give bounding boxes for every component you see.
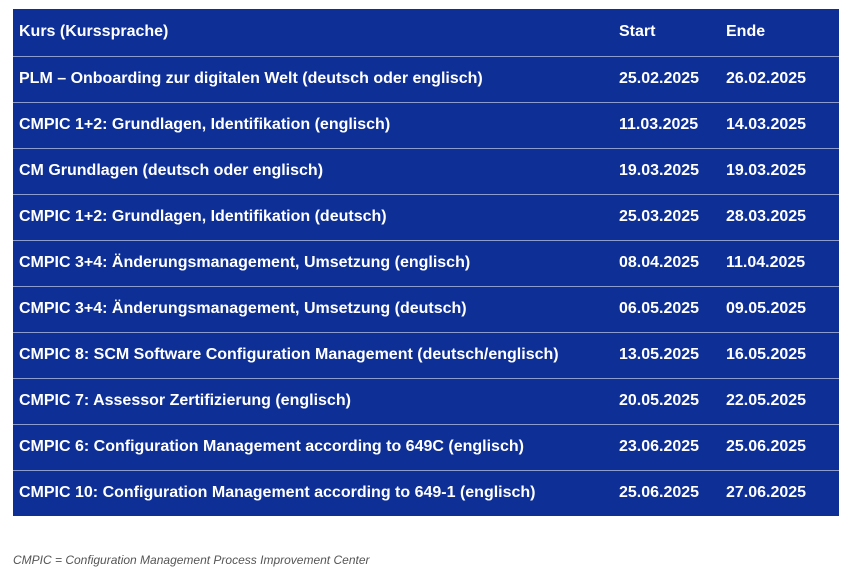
table-row: CMPIC 3+4: Änderungsmanagement, Umsetzun… <box>13 285 839 332</box>
abbreviation-footnote: CMPIC = Configuration Management Process… <box>13 553 370 567</box>
table-body: PLM – Onboarding zur digitalen Welt (deu… <box>13 55 839 516</box>
header-start: Start <box>619 23 656 41</box>
course-end-date: 19.03.2025 <box>718 147 839 194</box>
course-start-date: 06.05.2025 <box>611 285 718 332</box>
course-start-date: 20.05.2025 <box>611 377 718 424</box>
table-row: CMPIC 1+2: Grundlagen, Identifikation (d… <box>13 193 839 240</box>
course-name: PLM – Onboarding zur digitalen Welt (deu… <box>13 55 611 102</box>
course-name: CMPIC 6: Configuration Management accord… <box>13 423 611 470</box>
course-start-date: 25.02.2025 <box>611 55 718 102</box>
course-name: CMPIC 3+4: Änderungsmanagement, Umsetzun… <box>13 285 611 332</box>
course-end-date: 28.03.2025 <box>718 193 839 240</box>
table-row: CMPIC 6: Configuration Management accord… <box>13 423 839 470</box>
course-name: CMPIC 1+2: Grundlagen, Identifikation (d… <box>13 193 611 240</box>
course-end-date: 25.06.2025 <box>718 423 839 470</box>
course-name: CMPIC 7: Assessor Zertifizierung (englis… <box>13 377 611 424</box>
course-name: CMPIC 8: SCM Software Configuration Mana… <box>13 331 611 378</box>
course-end-date: 09.05.2025 <box>718 285 839 332</box>
course-start-date: 08.04.2025 <box>611 239 718 286</box>
table-row: CMPIC 7: Assessor Zertifizierung (englis… <box>13 377 839 424</box>
course-start-date: 13.05.2025 <box>611 331 718 378</box>
course-end-date: 27.06.2025 <box>718 469 839 516</box>
table-row: CMPIC 1+2: Grundlagen, Identifikation (e… <box>13 101 839 148</box>
course-name: CMPIC 3+4: Änderungsmanagement, Umsetzun… <box>13 239 611 286</box>
course-end-date: 16.05.2025 <box>718 331 839 378</box>
table-row: CMPIC 3+4: Änderungsmanagement, Umsetzun… <box>13 239 839 286</box>
course-start-date: 25.06.2025 <box>611 469 718 516</box>
course-end-date: 11.04.2025 <box>718 239 839 286</box>
header-course: Kurs (Kurssprache) <box>19 23 169 41</box>
course-end-date: 26.02.2025 <box>718 55 839 102</box>
header-end: Ende <box>726 23 766 41</box>
table-row: CM Grundlagen (deutsch oder englisch) 19… <box>13 147 839 194</box>
course-start-date: 23.06.2025 <box>611 423 718 470</box>
course-name: CMPIC 10: Configuration Management accor… <box>13 469 611 516</box>
header-row: Kurs (Kurssprache) Start Ende <box>13 9 839 56</box>
course-start-date: 11.03.2025 <box>611 101 718 148</box>
table-row: CMPIC 10: Configuration Management accor… <box>13 469 839 516</box>
table-row: CMPIC 8: SCM Software Configuration Mana… <box>13 331 839 378</box>
course-end-date: 14.03.2025 <box>718 101 839 148</box>
course-schedule-table: Kurs (Kurssprache) Start Ende PLM – Onbo… <box>13 9 839 516</box>
course-start-date: 25.03.2025 <box>611 193 718 240</box>
table-row: PLM – Onboarding zur digitalen Welt (deu… <box>13 55 839 102</box>
course-end-date: 22.05.2025 <box>718 377 839 424</box>
course-name: CM Grundlagen (deutsch oder englisch) <box>13 147 611 194</box>
course-name: CMPIC 1+2: Grundlagen, Identifikation (e… <box>13 101 611 148</box>
course-start-date: 19.03.2025 <box>611 147 718 194</box>
table-header: Kurs (Kurssprache) Start Ende <box>13 9 839 56</box>
